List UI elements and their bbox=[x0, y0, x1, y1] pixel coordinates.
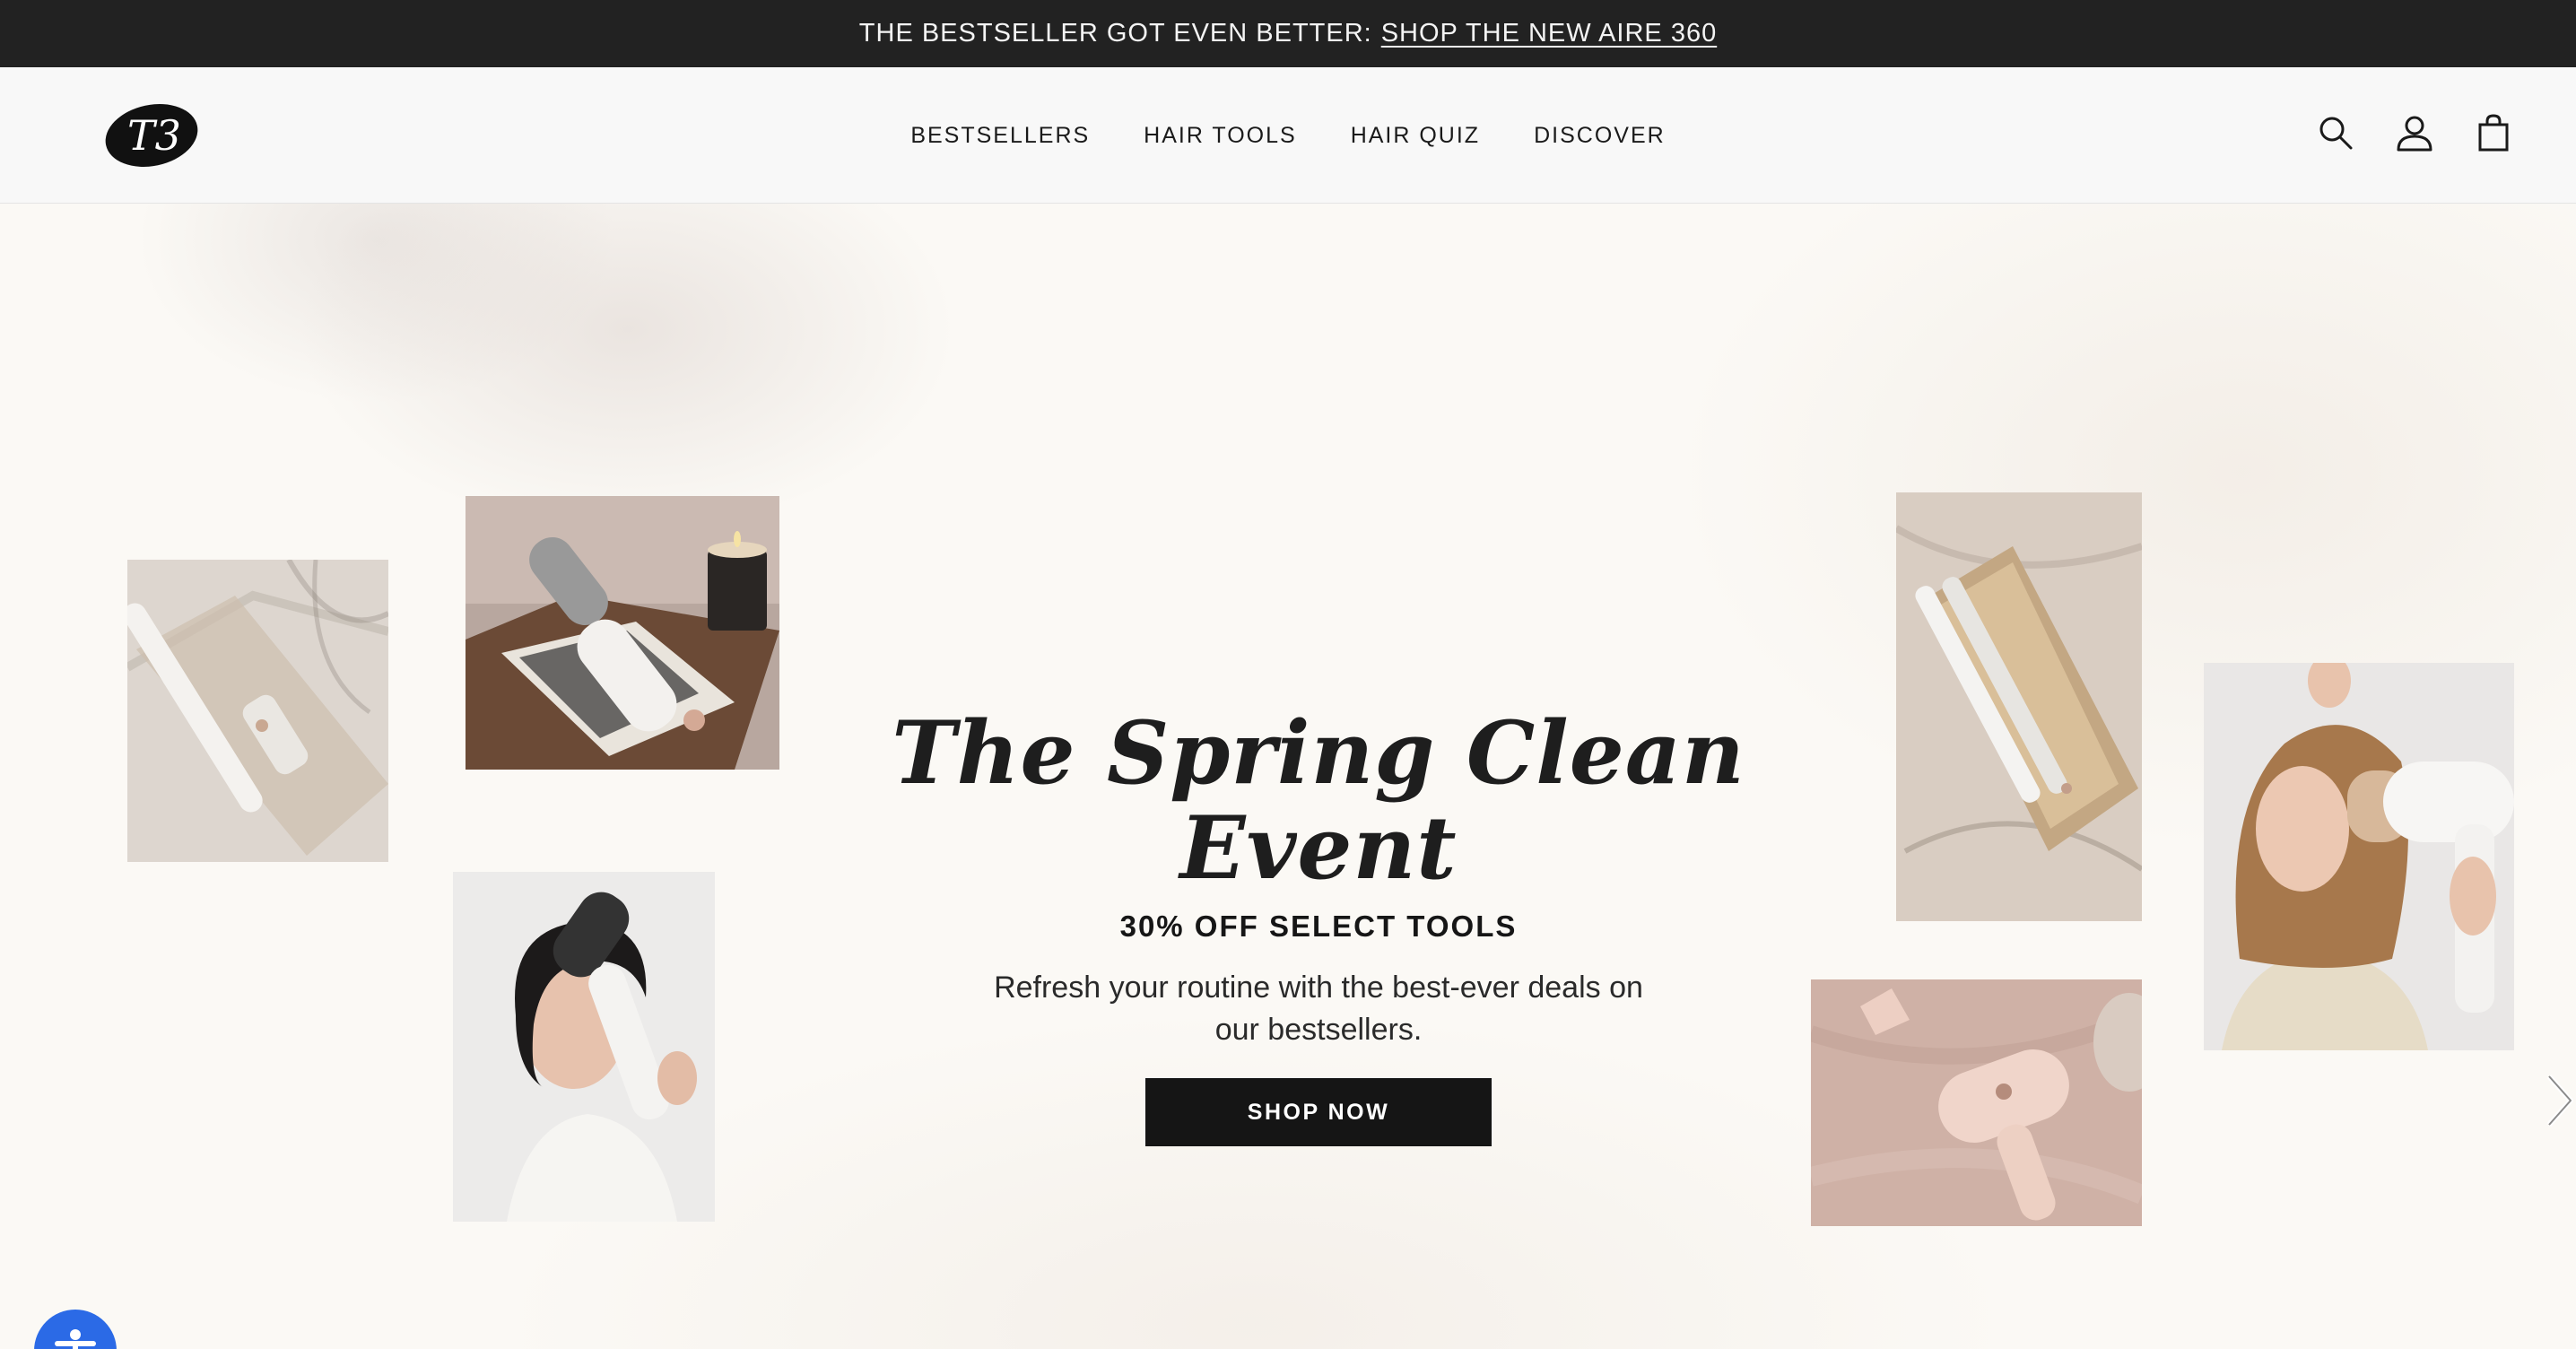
hero-description: Refresh your routine with the best-ever … bbox=[994, 970, 1643, 1048]
announcement-bar: THE BESTSELLER GOT EVEN BETTER: SHOP THE… bbox=[0, 0, 2576, 67]
chevron-right-icon[interactable] bbox=[2540, 1069, 2576, 1132]
photo-woman-hair-dryer[interactable] bbox=[2204, 663, 2514, 1050]
header-icons bbox=[2316, 110, 2513, 155]
hero-banner: The Spring Clean Event 30% OFF SELECT TO… bbox=[0, 204, 2576, 1349]
hero-copy: The Spring Clean Event 30% OFF SELECT TO… bbox=[843, 702, 1794, 1147]
site-header: T3 BESTSELLERS HAIR TOOLS HAIR QUIZ DISC… bbox=[0, 67, 2576, 204]
nav-discover[interactable]: DISCOVER bbox=[1507, 123, 1693, 149]
photo-curling-iron[interactable] bbox=[127, 560, 388, 862]
shop-now-button[interactable]: SHOP NOW bbox=[1145, 1078, 1492, 1147]
photo-pink-dryer[interactable] bbox=[1811, 979, 2142, 1226]
photo-brush-dryer-candle[interactable] bbox=[466, 496, 779, 770]
main-nav: BESTSELLERS HAIR TOOLS HAIR QUIZ DISCOVE… bbox=[0, 67, 2576, 204]
photo-woman-brush-dryer[interactable] bbox=[453, 872, 715, 1222]
hero-title: The Spring Clean Event bbox=[892, 702, 1745, 899]
cart-icon[interactable] bbox=[2474, 110, 2513, 155]
announcement-link[interactable]: SHOP THE NEW AIRE 360 bbox=[1381, 19, 1718, 48]
accessibility-icon bbox=[55, 1329, 96, 1349]
hero-subtitle: 30% OFF SELECT TOOLS bbox=[1119, 909, 1518, 944]
nav-hair-tools[interactable]: HAIR TOOLS bbox=[1117, 123, 1324, 149]
nav-hair-quiz[interactable]: HAIR QUIZ bbox=[1324, 123, 1507, 149]
account-icon[interactable] bbox=[2395, 110, 2434, 155]
announcement-text: THE BESTSELLER GOT EVEN BETTER: bbox=[858, 19, 1372, 48]
nav-bestsellers[interactable]: BESTSELLERS bbox=[883, 123, 1117, 149]
search-icon[interactable] bbox=[2316, 110, 2355, 155]
photo-flat-iron[interactable] bbox=[1896, 492, 2142, 921]
